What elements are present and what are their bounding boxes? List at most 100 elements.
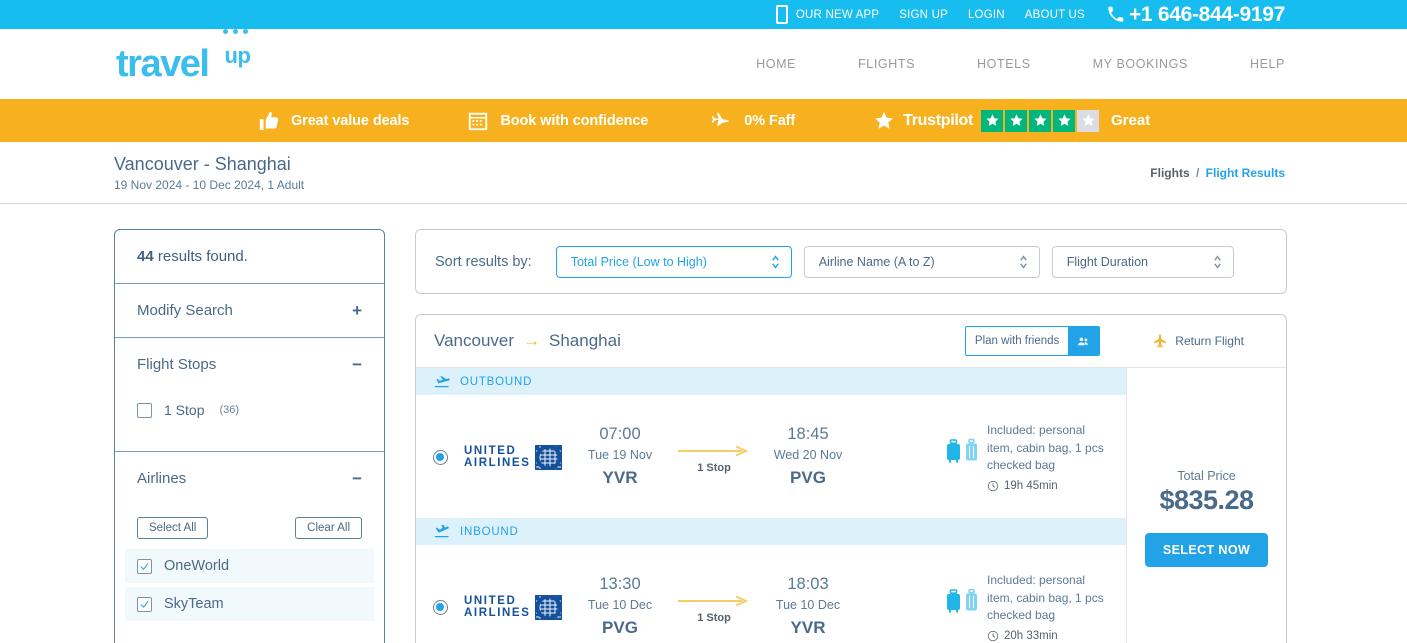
inbound-radio-cell[interactable]	[416, 600, 464, 615]
checkbox-checked-icon[interactable]	[137, 559, 152, 574]
breadcrumb-flight-results: Flight Results	[1206, 166, 1285, 180]
plan-with-friends-label: Plan with friends	[966, 335, 1068, 347]
plan-with-friends-button[interactable]: Plan with friends	[965, 326, 1100, 356]
inbound-baggage-info: Included: personal item, cabin bag, 1 pc…	[946, 572, 1126, 641]
checkbox-checked-icon[interactable]	[137, 597, 152, 612]
trustpilot-stars	[981, 110, 1099, 132]
sort-select-airline-name[interactable]: Airline Name (A to Z)	[804, 246, 1040, 278]
phone-number[interactable]: +1 646-844-9197	[1107, 3, 1285, 27]
flight-duration: 20h 33min	[987, 630, 1110, 642]
results-count-number: 44	[137, 248, 154, 265]
mobile-phone-icon	[776, 5, 788, 24]
flight-stops-label: Flight Stops	[137, 356, 216, 373]
flight-card-header: Vancouver → Shanghai Plan with friends R…	[416, 315, 1286, 368]
chevron-updown-icon[interactable]	[1019, 254, 1028, 269]
clock-icon	[987, 480, 999, 492]
trustpilot-label: Trustpilot	[903, 112, 973, 130]
price-panel: Total Price $835.28 SELECT NOW	[1127, 368, 1286, 643]
trustpilot-rating[interactable]: Trustpilot Great	[873, 110, 1150, 132]
flight-duration: 19h 45min	[987, 480, 1110, 492]
inbound-arrival: 18:03 Tue 10 Dec YVR	[762, 573, 854, 641]
plus-icon[interactable]: +	[352, 302, 362, 319]
united-globe-icon	[535, 595, 562, 620]
main-navigation: HOME FLIGHTS HOTELS MY BOOKINGS HELP	[756, 57, 1285, 71]
return-flight-indicator: Return Flight	[1152, 333, 1244, 349]
suitcase-icon	[946, 438, 961, 465]
travelup-logo[interactable]: travel up	[116, 45, 208, 83]
plane-icon	[706, 110, 733, 132]
about-us-link[interactable]: ABOUT US	[1025, 9, 1085, 21]
cabin-bag-icon	[964, 588, 979, 615]
inbound-banner: INBOUND	[416, 518, 1126, 545]
arrow-right-icon: →	[523, 331, 540, 351]
airline-logo-text: UNITED AIRLINES	[464, 595, 530, 619]
promo-book-with-confidence: Book with confidence	[467, 110, 648, 132]
outbound-radio-cell[interactable]	[416, 450, 464, 465]
total-price-label: Total Price	[1177, 469, 1235, 483]
star-filled-1	[981, 110, 1003, 132]
baggage-icons	[946, 422, 979, 491]
suitcase-icon	[946, 588, 961, 615]
inbound-departure: 13:30 Tue 10 Dec PVG	[574, 573, 666, 641]
departure-time: 07:00	[574, 423, 666, 445]
radio-selected-icon[interactable]	[433, 600, 448, 615]
arrival-time: 18:03	[762, 573, 854, 595]
logo-main-text: travel	[116, 43, 208, 85]
minus-icon[interactable]: −	[352, 470, 362, 487]
filter-option-skyteam[interactable]: SkyTeam	[125, 587, 374, 621]
nav-item-my-bookings[interactable]: MY BOOKINGS	[1093, 57, 1188, 71]
airline-option-label: OneWorld	[164, 558, 229, 574]
top-utility-bar: OUR NEW APP SIGN UP LOGIN ABOUT US +1 64…	[0, 0, 1407, 29]
radio-selected-icon[interactable]	[433, 450, 448, 465]
calendar-icon	[467, 110, 489, 132]
filters-sidebar: 44 results found. Modify Search + Flight…	[114, 229, 385, 643]
nav-item-help[interactable]: HELP	[1250, 57, 1285, 71]
airlines-header[interactable]: Airlines −	[137, 452, 362, 505]
star-icon	[873, 110, 895, 132]
clear-all-button[interactable]: Clear All	[295, 517, 362, 539]
stops-label: 1 Stop	[666, 462, 762, 474]
promo-label-1: Book with confidence	[500, 113, 648, 129]
arrival-time: 18:45	[762, 423, 854, 445]
flight-stops-header[interactable]: Flight Stops −	[137, 338, 362, 391]
filter-option-label: 1 Stop	[164, 402, 204, 418]
select-now-button[interactable]: SELECT NOW	[1145, 533, 1268, 567]
sort-label: Sort results by:	[435, 254, 532, 270]
results-found-row: 44 results found.	[137, 230, 362, 283]
nav-item-hotels[interactable]: HOTELS	[977, 57, 1031, 71]
star-empty-5	[1077, 110, 1099, 132]
breadcrumb-flights[interactable]: Flights	[1150, 166, 1189, 180]
checkbox-unchecked-icon[interactable]	[137, 403, 152, 418]
filter-option-1-stop[interactable]: 1 Stop (36)	[137, 395, 362, 425]
trustpilot-rating-word: Great	[1111, 112, 1150, 129]
departure-time: 13:30	[574, 573, 666, 595]
results-found-text: 44 results found.	[137, 248, 248, 265]
minus-icon[interactable]: −	[352, 356, 362, 373]
login-link[interactable]: LOGIN	[968, 9, 1005, 21]
select-all-button[interactable]: Select All	[137, 517, 208, 539]
arrival-date: Tue 10 Dec	[762, 595, 854, 615]
promo-banner: Great value deals Book with confidence 0…	[0, 99, 1407, 142]
filter-option-oneworld[interactable]: OneWorld	[125, 549, 374, 583]
nav-item-flights[interactable]: FLIGHTS	[858, 57, 915, 71]
sort-select-total-price[interactable]: Total Price (Low to High)	[556, 246, 792, 278]
chevron-updown-icon[interactable]	[1213, 254, 1222, 269]
airline-bulk-actions: Select All Clear All	[137, 517, 362, 539]
flight-duration-text: 19h 45min	[1004, 480, 1058, 492]
nav-item-home[interactable]: HOME	[756, 57, 796, 71]
airline-logo-text: UNITED AIRLINES	[464, 445, 530, 469]
modify-search-header[interactable]: Modify Search +	[137, 284, 362, 337]
signup-link[interactable]: SIGN UP	[899, 9, 948, 21]
airline-name-line2: AIRLINES	[464, 457, 530, 469]
logo-superscript-text: up	[225, 43, 251, 69]
sort-select-flight-duration[interactable]: Flight Duration	[1052, 246, 1234, 278]
included-baggage-text: Included: personal item, cabin bag, 1 pc…	[987, 422, 1110, 474]
outbound-arrival: 18:45 Wed 20 Nov PVG	[762, 423, 854, 491]
outbound-flight-row[interactable]: UNITED AIRLINES	[416, 395, 1126, 518]
chevron-updown-icon[interactable]	[771, 254, 780, 269]
departure-date: Tue 10 Dec	[574, 595, 666, 615]
modify-search-block[interactable]: Modify Search +	[115, 284, 384, 338]
our-new-app-link[interactable]: OUR NEW APP	[776, 5, 879, 24]
sort-bar: Sort results by: Total Price (Low to Hig…	[415, 229, 1287, 294]
inbound-flight-row[interactable]: UNITED AIRLINES	[416, 545, 1126, 643]
